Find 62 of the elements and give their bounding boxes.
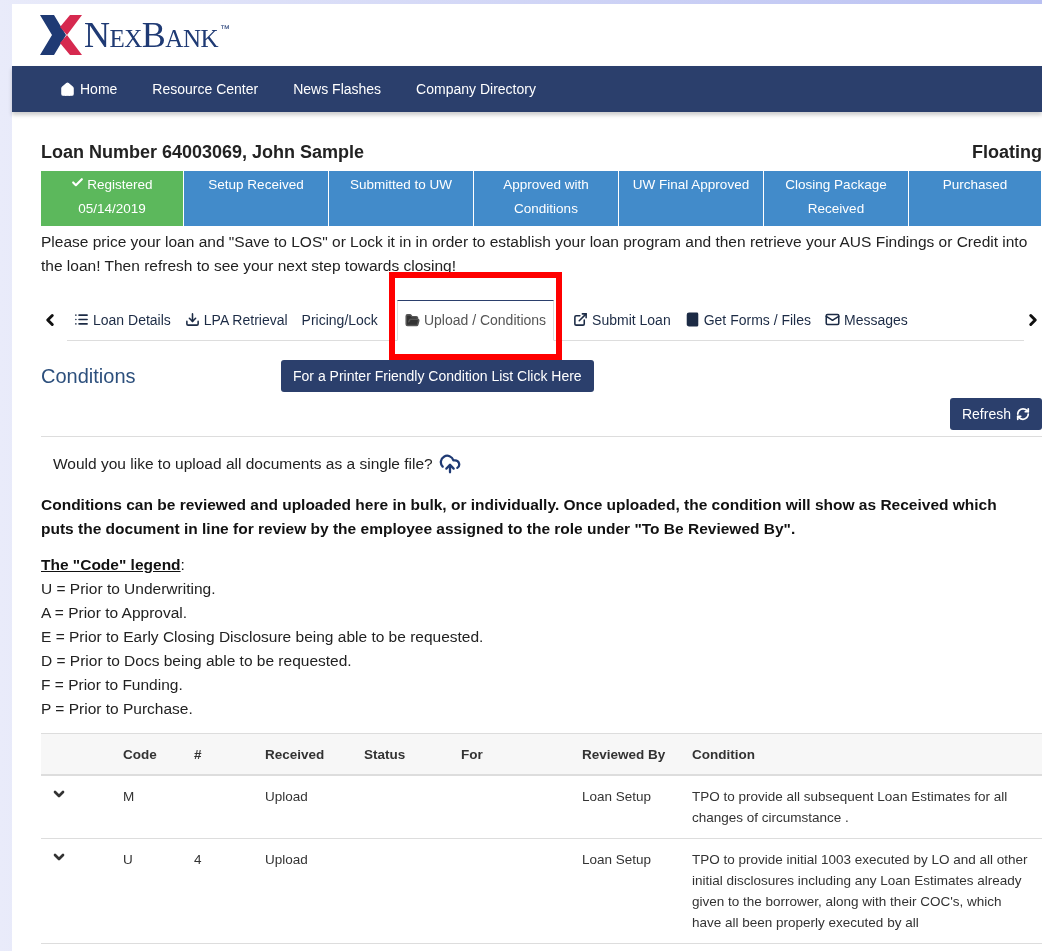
- column-header: Received: [257, 733, 356, 775]
- mail-icon: [825, 312, 841, 327]
- cloud-upload-icon[interactable]: [438, 453, 461, 475]
- legend-item: D = Prior to Docs being able to be requested.: [41, 651, 353, 671]
- progress-step: Purchased: [909, 171, 1042, 226]
- progress-step: Closing Package Received: [764, 171, 909, 226]
- table-cell: Upload: [257, 838, 356, 944]
- nav-link[interactable]: News Flashes: [293, 81, 382, 97]
- table-cell: U: [115, 838, 186, 944]
- section-title: Conditions: [41, 364, 137, 388]
- progress-step: Setup Received: [184, 171, 329, 226]
- tab[interactable]: Pricing/Lock: [294, 299, 385, 340]
- upload-prompt: Would you like to upload all documents as a single file?: [53, 455, 433, 473]
- legend-item: A = Prior to Approval.: [41, 603, 189, 623]
- table-cell: Loan Setup: [574, 838, 684, 944]
- column-header: Code: [115, 733, 186, 775]
- tab[interactable]: LPA Retrieval: [177, 299, 295, 340]
- legend-item: E = Prior to Early Closing Disclosure being able to be requested.: [41, 627, 485, 647]
- tab[interactable]: Upload / Conditions: [396, 299, 555, 341]
- instruction-text: Please price your loan and "Save to LOS" or Lock it in in order to establish your loan program and then retrieve your AUS Findings or Credit into the loan! Then refresh to see your next step towards closing!: [41, 232, 1029, 276]
- progress-step: Submitted to UW: [329, 171, 474, 226]
- table-cell: TPO to provide initial 1003 executed by LO and all other initial disclosures including any Loan Estimates already given to the borrower, along with their COC's, which have all been properly executed by all: [684, 838, 1042, 944]
- table-cell: 4: [186, 838, 257, 944]
- tab[interactable]: Messages: [818, 299, 915, 340]
- table-cell: Loan Setup: [574, 775, 684, 839]
- column-header: Status: [356, 733, 453, 775]
- refresh-button[interactable]: Refresh: [949, 398, 1042, 430]
- book-icon: [684, 312, 700, 327]
- table-cell: M: [115, 775, 186, 839]
- legend-item: U = Prior to Underwriting.: [41, 579, 217, 599]
- loan-status: Floating: [972, 141, 1042, 163]
- legend-title: The "Code" legend:: [41, 555, 186, 575]
- table-cell: TPO to provide all subsequent Loan Estimates for all changes of circumstance .: [684, 775, 1042, 839]
- tab[interactable]: Get Forms / Files: [677, 299, 819, 340]
- column-header: Reviewed By: [574, 733, 684, 775]
- nav-link[interactable]: Resource Center: [152, 81, 259, 97]
- progress-step: Registered 05/14/2019: [41, 171, 184, 226]
- external-link-icon: [573, 312, 589, 327]
- home-icon: [60, 81, 75, 97]
- progress-step: UW Final Approved: [619, 171, 764, 226]
- progress-step: Approved with Conditions: [474, 171, 619, 226]
- list-icon: [74, 312, 89, 327]
- refresh-icon: [1016, 407, 1030, 421]
- table-cell: Upload: [257, 775, 356, 839]
- legend-item: F = Prior to Funding.: [41, 675, 184, 695]
- column-header: For: [453, 733, 574, 775]
- legend-item: P = Prior to Purchase.: [41, 699, 194, 719]
- nav-link[interactable]: Home: [60, 81, 118, 97]
- column-header: Condition: [684, 733, 1042, 775]
- logo-mark-icon: [40, 13, 82, 57]
- download-icon: [184, 312, 200, 327]
- check-icon: [71, 176, 85, 189]
- column-header: #: [186, 733, 257, 775]
- logo-text: NexBank: [84, 17, 218, 53]
- printer-list-button[interactable]: For a Printer Friendly Condition List Click Here: [281, 360, 594, 392]
- trademark: ™: [220, 23, 230, 34]
- tab[interactable]: Submit Loan: [566, 299, 678, 340]
- bulk-upload-note: Conditions can be reviewed and uploaded here in bulk, or individually. Once uploaded, the condition will show as Received which puts the document in line for review by the employee assigned to the role under "To Be Reviewed By".: [41, 495, 998, 539]
- tab[interactable]: Loan Details: [67, 299, 178, 340]
- folder-icon: [404, 312, 420, 328]
- loan-title: Loan Number 64003069, John Sample: [41, 141, 365, 163]
- nav-link[interactable]: Company Directory: [416, 81, 536, 97]
